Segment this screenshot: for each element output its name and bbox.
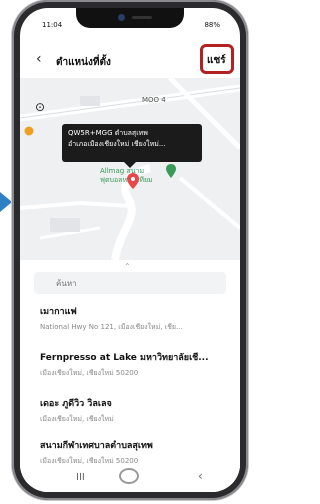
location-pin-icon[interactable]: [127, 173, 139, 189]
status-time: 11:04: [42, 21, 63, 29]
home-button[interactable]: [119, 468, 139, 484]
road-label-moo: MOO 4: [142, 96, 166, 104]
system-nav-bar: III ‹: [20, 466, 240, 492]
app-header: ‹ ตำแหน่งที่ตั้ง แชร์: [20, 44, 240, 78]
pointer-arrow: [0, 192, 12, 212]
my-location-icon[interactable]: ⊙: [35, 100, 45, 114]
camera-icon: [118, 14, 125, 21]
place-name: Fernpresso at Lake มหาวิทยาลัยเชี...: [40, 353, 209, 363]
place-name: เมากาแฟ: [40, 307, 77, 317]
nav-back-button[interactable]: ‹: [198, 469, 203, 483]
place-item[interactable]: สนามกีฬาเทศบาลตำบลสุเทพ เมืองเชียงใหม่, …: [40, 438, 230, 467]
notch: [76, 8, 184, 28]
place-item[interactable]: Fernpresso at Lake มหาวิทยาลัยเชี... เมื…: [40, 350, 230, 379]
page-title: ตำแหน่งที่ตั้ง: [56, 57, 111, 68]
place-address: เมืองเชียงใหม่, เชียงใหม่ 50200: [40, 369, 139, 377]
cafe-pin-icon[interactable]: [24, 126, 34, 138]
place-address: National Hwy No 121, เมืองเชียงใหม่, เชี…: [40, 323, 183, 331]
recent-apps-button[interactable]: III: [76, 472, 85, 483]
place-item[interactable]: เดอะ ภูดีวิว วิลเลจ เมืองเชียงใหม่, เชีย…: [40, 396, 230, 425]
place-item[interactable]: เมากาแฟ National Hwy No 121, เมืองเชียงใ…: [40, 304, 230, 333]
place-name: สนามกีฬาเทศบาลตำบลสุเทพ: [40, 441, 153, 451]
place-name: เดอะ ภูดีวิว วิลเลจ: [40, 399, 112, 409]
back-button[interactable]: ‹: [36, 51, 42, 67]
search-input[interactable]: [34, 272, 226, 294]
callout-line2: อำเภอเมืองเชียงใหม่ เชียงใหม่...: [68, 140, 166, 148]
share-button[interactable]: แชร์: [207, 53, 226, 68]
sheet-handle-icon[interactable]: ⌃: [124, 262, 131, 271]
map-view[interactable]: ⊙ MOO 4 QW5R+MGG ตำบลสุเทพ อำเภอเมืองเชี…: [20, 78, 240, 260]
battery-level: 88%: [204, 21, 220, 29]
share-highlight: แชร์: [200, 44, 234, 74]
location-callout: QW5R+MGG ตำบลสุเทพ อำเภอเมืองเชียงใหม่ เ…: [62, 124, 202, 168]
callout-line1: QW5R+MGG ตำบลสุเทพ: [68, 129, 148, 137]
places-sheet: ⌃ ⚲ เมากาแฟ National Hwy No 121, เมืองเช…: [20, 260, 240, 492]
phone-frame: 11:04 88% ‹ ตำแหน่งที่ตั้ง แชร์ ⊙ MOO 4 …: [12, 0, 248, 500]
place-address: เมืองเชียงใหม่, เชียงใหม่: [40, 415, 114, 423]
poi-pin-icon[interactable]: [166, 164, 176, 178]
phone-screen: 11:04 88% ‹ ตำแหน่งที่ตั้ง แชร์ ⊙ MOO 4 …: [20, 8, 240, 492]
speaker-icon: [132, 16, 152, 19]
